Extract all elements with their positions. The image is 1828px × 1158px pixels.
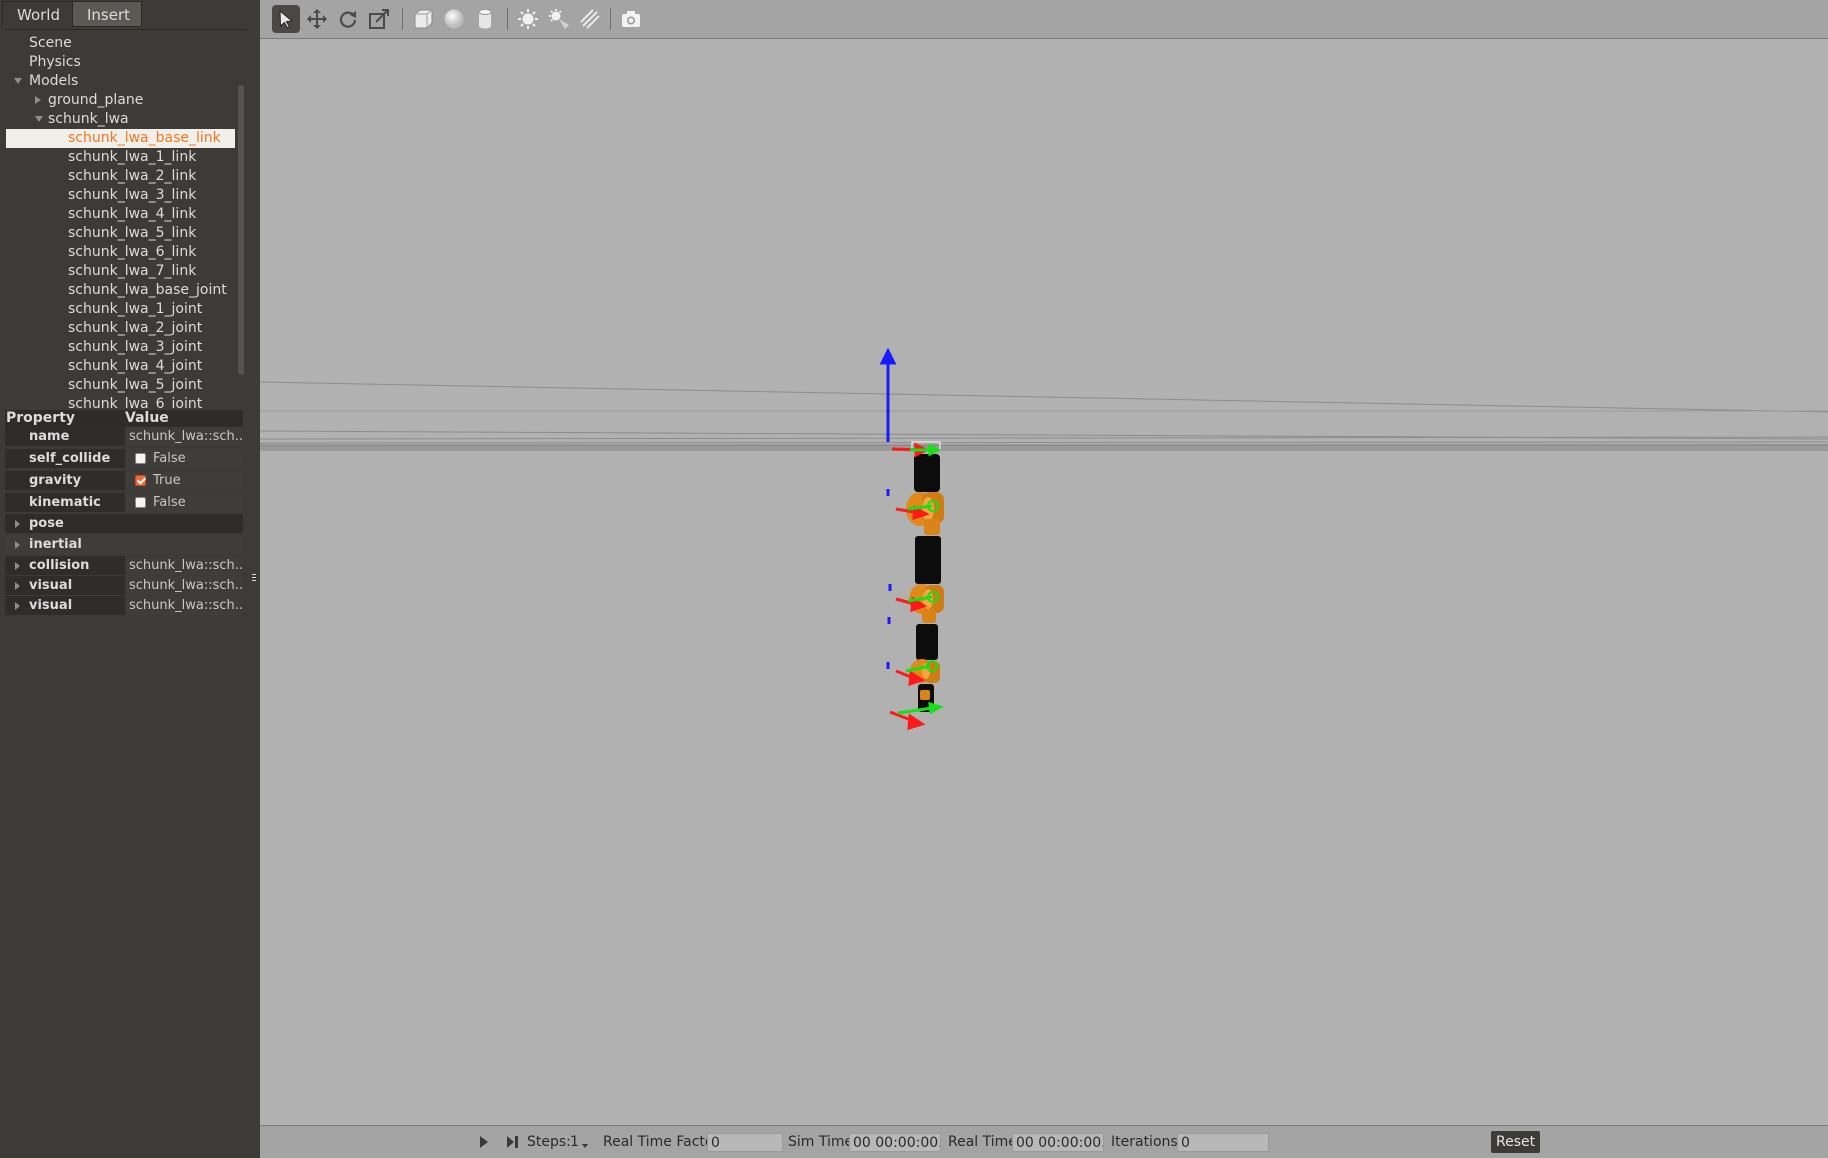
checkbox-label: True xyxy=(153,473,181,488)
prop-row-visual[interactable]: visual schunk_lwa::sch... xyxy=(5,576,243,595)
properties-header: Property Value xyxy=(5,410,243,427)
prop-row-visual[interactable]: visual schunk_lwa::sch... xyxy=(5,596,243,615)
tree-item-link[interactable]: schunk_lwa_base_link xyxy=(6,129,235,148)
rtf-label: Real Time Factor: xyxy=(603,1134,724,1150)
cylinder-icon[interactable] xyxy=(471,5,499,33)
prop-label: kinematic xyxy=(29,495,101,510)
scale-icon[interactable] xyxy=(365,5,393,33)
tree-item-joint[interactable]: schunk_lwa_6_joint xyxy=(68,395,202,408)
prop-label: visual xyxy=(29,578,73,593)
screenshot-icon[interactable] xyxy=(617,5,645,33)
prop-value: schunk_lwa::sch... xyxy=(125,576,243,595)
tree-item-joint[interactable]: schunk_lwa_2_joint xyxy=(68,319,202,338)
tree-scrollbar[interactable] xyxy=(238,85,244,375)
collapse-arrow-icon[interactable] xyxy=(14,78,22,84)
directional-light-icon[interactable] xyxy=(576,5,604,33)
tree-item-schunk-lwa[interactable]: schunk_lwa xyxy=(48,110,129,129)
rtf-field: 0 xyxy=(707,1133,783,1152)
self-collide-checkbox[interactable] xyxy=(135,453,146,464)
box-icon[interactable] xyxy=(409,5,437,33)
tree-item-link[interactable]: schunk_lwa_1_link xyxy=(68,148,196,167)
tab-world[interactable]: World xyxy=(2,1,75,27)
prop-row-name[interactable]: name schunk_lwa::sch... xyxy=(5,427,243,446)
prop-label: collision xyxy=(29,558,90,573)
panel-tabs: World Insert xyxy=(0,0,250,29)
tree-item-link[interactable]: schunk_lwa_4_link xyxy=(68,205,196,224)
tree-item-link[interactable]: schunk_lwa_2_link xyxy=(68,167,196,186)
axis-z xyxy=(879,347,897,669)
prop-label: pose xyxy=(29,516,64,531)
checkbox-label: False xyxy=(153,495,186,510)
prop-value: True xyxy=(125,471,243,490)
checkbox-label: False xyxy=(153,451,186,466)
header-property: Property xyxy=(6,410,76,426)
expand-arrow-icon[interactable] xyxy=(35,96,41,104)
real-time-label: Real Time: xyxy=(948,1134,1022,1150)
tree-item-scene[interactable]: Scene xyxy=(29,34,72,53)
world-tree: Scene Physics Models ground_plane schunk… xyxy=(4,29,247,408)
iterations-field: 0 xyxy=(1177,1133,1269,1152)
sim-time-field: 00 00:00:00.000 xyxy=(849,1133,941,1152)
tree-item-link[interactable]: schunk_lwa_7_link xyxy=(68,262,196,281)
point-light-icon[interactable] xyxy=(514,5,542,33)
prop-row-pose[interactable]: pose xyxy=(5,514,243,533)
prop-row-gravity[interactable]: gravity True xyxy=(5,471,243,490)
prop-row-collision[interactable]: collision schunk_lwa::sch... xyxy=(5,556,243,575)
prop-value xyxy=(125,514,243,533)
gravity-checkbox[interactable] xyxy=(135,475,146,486)
tree-item-joint[interactable]: schunk_lwa_3_joint xyxy=(68,338,202,357)
toolbar xyxy=(260,0,1828,39)
tree-item-link[interactable]: schunk_lwa_6_link xyxy=(68,243,196,262)
collapse-arrow-icon[interactable] xyxy=(35,116,43,122)
prop-value[interactable]: schunk_lwa::sch... xyxy=(125,427,243,446)
select-arrow-icon[interactable] xyxy=(272,5,300,33)
play-icon[interactable] xyxy=(478,1126,490,1158)
tree-item-joint[interactable]: schunk_lwa_1_joint xyxy=(68,300,202,319)
prop-label: name xyxy=(29,429,70,444)
prop-value xyxy=(125,535,243,554)
steps-value[interactable]: 1 xyxy=(570,1126,579,1158)
prop-value: schunk_lwa::sch... xyxy=(125,596,243,615)
sim-time-label: Sim Time: xyxy=(788,1134,858,1150)
translate-icon[interactable] xyxy=(303,5,331,33)
steps-dropdown-icon[interactable] xyxy=(581,1126,589,1158)
left-panel: World Insert Scene Physics Models ground… xyxy=(0,0,250,1157)
tree-item-physics[interactable]: Physics xyxy=(29,53,81,72)
tab-insert[interactable]: Insert xyxy=(72,1,142,27)
iterations-label: Iterations: xyxy=(1111,1134,1183,1150)
simulation-bar: Steps: 1 Real Time Factor: 0 Sim Time: 0… xyxy=(260,1125,1828,1158)
spot-light-icon[interactable] xyxy=(545,5,573,33)
scene-viewport[interactable] xyxy=(260,39,1828,1125)
rotate-icon[interactable] xyxy=(334,5,362,33)
splitter-grip-icon[interactable] xyxy=(252,574,256,584)
tree-item-joint[interactable]: schunk_lwa_4_joint xyxy=(68,357,202,376)
header-value: Value xyxy=(125,410,169,426)
prop-row-self-collide[interactable]: self_collide False xyxy=(5,449,243,468)
steps-label: Steps: xyxy=(527,1134,571,1150)
tree-item-joint[interactable]: schunk_lwa_5_joint xyxy=(68,376,202,395)
ground-plane xyxy=(260,381,1828,447)
tree-item-ground-plane[interactable]: ground_plane xyxy=(48,91,143,110)
real-time-field: 00 00:00:00.000 xyxy=(1012,1133,1104,1152)
prop-label: inertial xyxy=(29,537,82,552)
prop-row-inertial[interactable]: inertial xyxy=(5,535,243,554)
prop-value: False xyxy=(125,493,243,512)
tree-item-link[interactable]: schunk_lwa_5_link xyxy=(68,224,196,243)
schunk-lwa-robot xyxy=(906,441,944,712)
prop-row-kinematic[interactable]: kinematic False xyxy=(5,493,243,512)
step-icon[interactable] xyxy=(506,1126,520,1158)
prop-value: schunk_lwa::sch... xyxy=(125,556,243,575)
prop-label: gravity xyxy=(29,473,82,488)
scene-render xyxy=(260,347,1828,731)
tree-item-link[interactable]: schunk_lwa_3_link xyxy=(68,186,196,205)
prop-value: False xyxy=(125,449,243,468)
tree-item-joint[interactable]: schunk_lwa_base_joint xyxy=(68,281,227,300)
sphere-icon[interactable] xyxy=(440,5,468,33)
reset-button[interactable]: Reset xyxy=(1491,1131,1541,1153)
kinematic-checkbox[interactable] xyxy=(135,497,146,508)
prop-label: self_collide xyxy=(29,451,111,466)
prop-label: visual xyxy=(29,598,73,613)
tree-item-models[interactable]: Models xyxy=(29,72,78,91)
